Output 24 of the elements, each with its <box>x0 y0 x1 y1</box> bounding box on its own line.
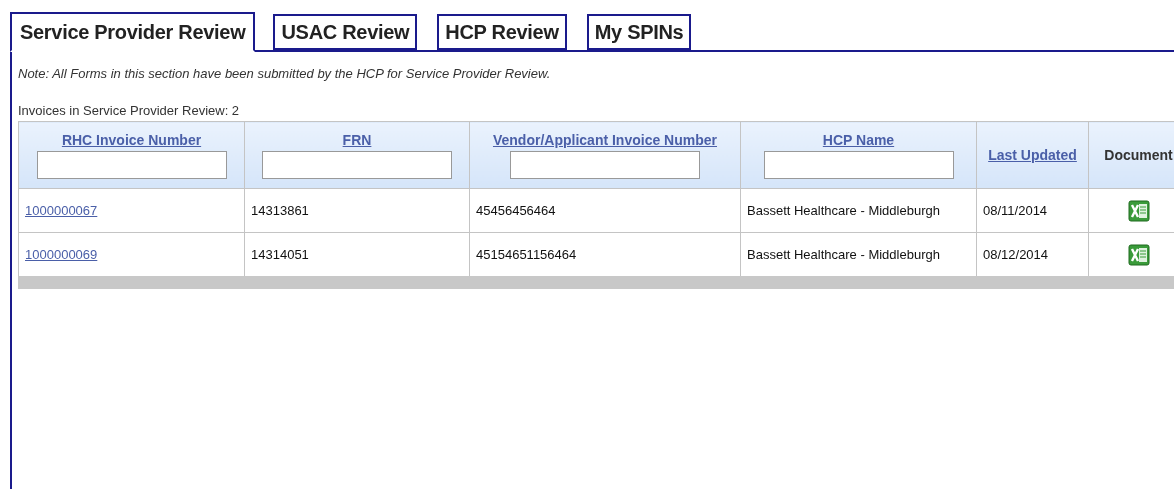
sort-link[interactable]: Vendor/Applicant Invoice Number <box>492 131 717 148</box>
note-text: Note: All Forms in this section have been submitted by the HCP for Service Provider Review. <box>18 66 552 81</box>
sort-link[interactable]: HCP Name <box>822 131 895 148</box>
filter-field[interactable] <box>36 150 227 179</box>
table-cell: 14313861 <box>244 188 470 233</box>
invoice-link[interactable]: 1000000069 <box>25 247 98 262</box>
tab[interactable]: HCP Review <box>437 14 567 50</box>
invoice-link[interactable]: 1000000067 <box>25 203 98 218</box>
filter-field[interactable] <box>262 150 452 179</box>
table-cell: 45456456464 <box>469 188 741 233</box>
sort-link[interactable]: RHC Invoice Number <box>61 131 202 148</box>
tab[interactable]: USAC Review <box>273 14 418 50</box>
spreadsheet-icon[interactable] <box>1127 243 1150 266</box>
filter-field[interactable] <box>763 150 954 179</box>
table-cell: Bassett Healthcare - Middleburgh <box>740 188 977 233</box>
tab[interactable]: My SPINs <box>586 14 692 50</box>
tab[interactable]: Service Provider Review <box>10 12 256 52</box>
sort-link[interactable]: Last Updated <box>988 147 1077 163</box>
invoice-count-label: Invoices in Service Provider Review: 2 <box>18 103 241 118</box>
sort-link[interactable]: FRN <box>342 131 372 148</box>
table-cell: 08/11/2014 <box>976 188 1089 233</box>
filter-field[interactable] <box>510 150 700 179</box>
spreadsheet-icon[interactable] <box>1127 199 1150 222</box>
column-label: Document <box>1104 147 1173 163</box>
